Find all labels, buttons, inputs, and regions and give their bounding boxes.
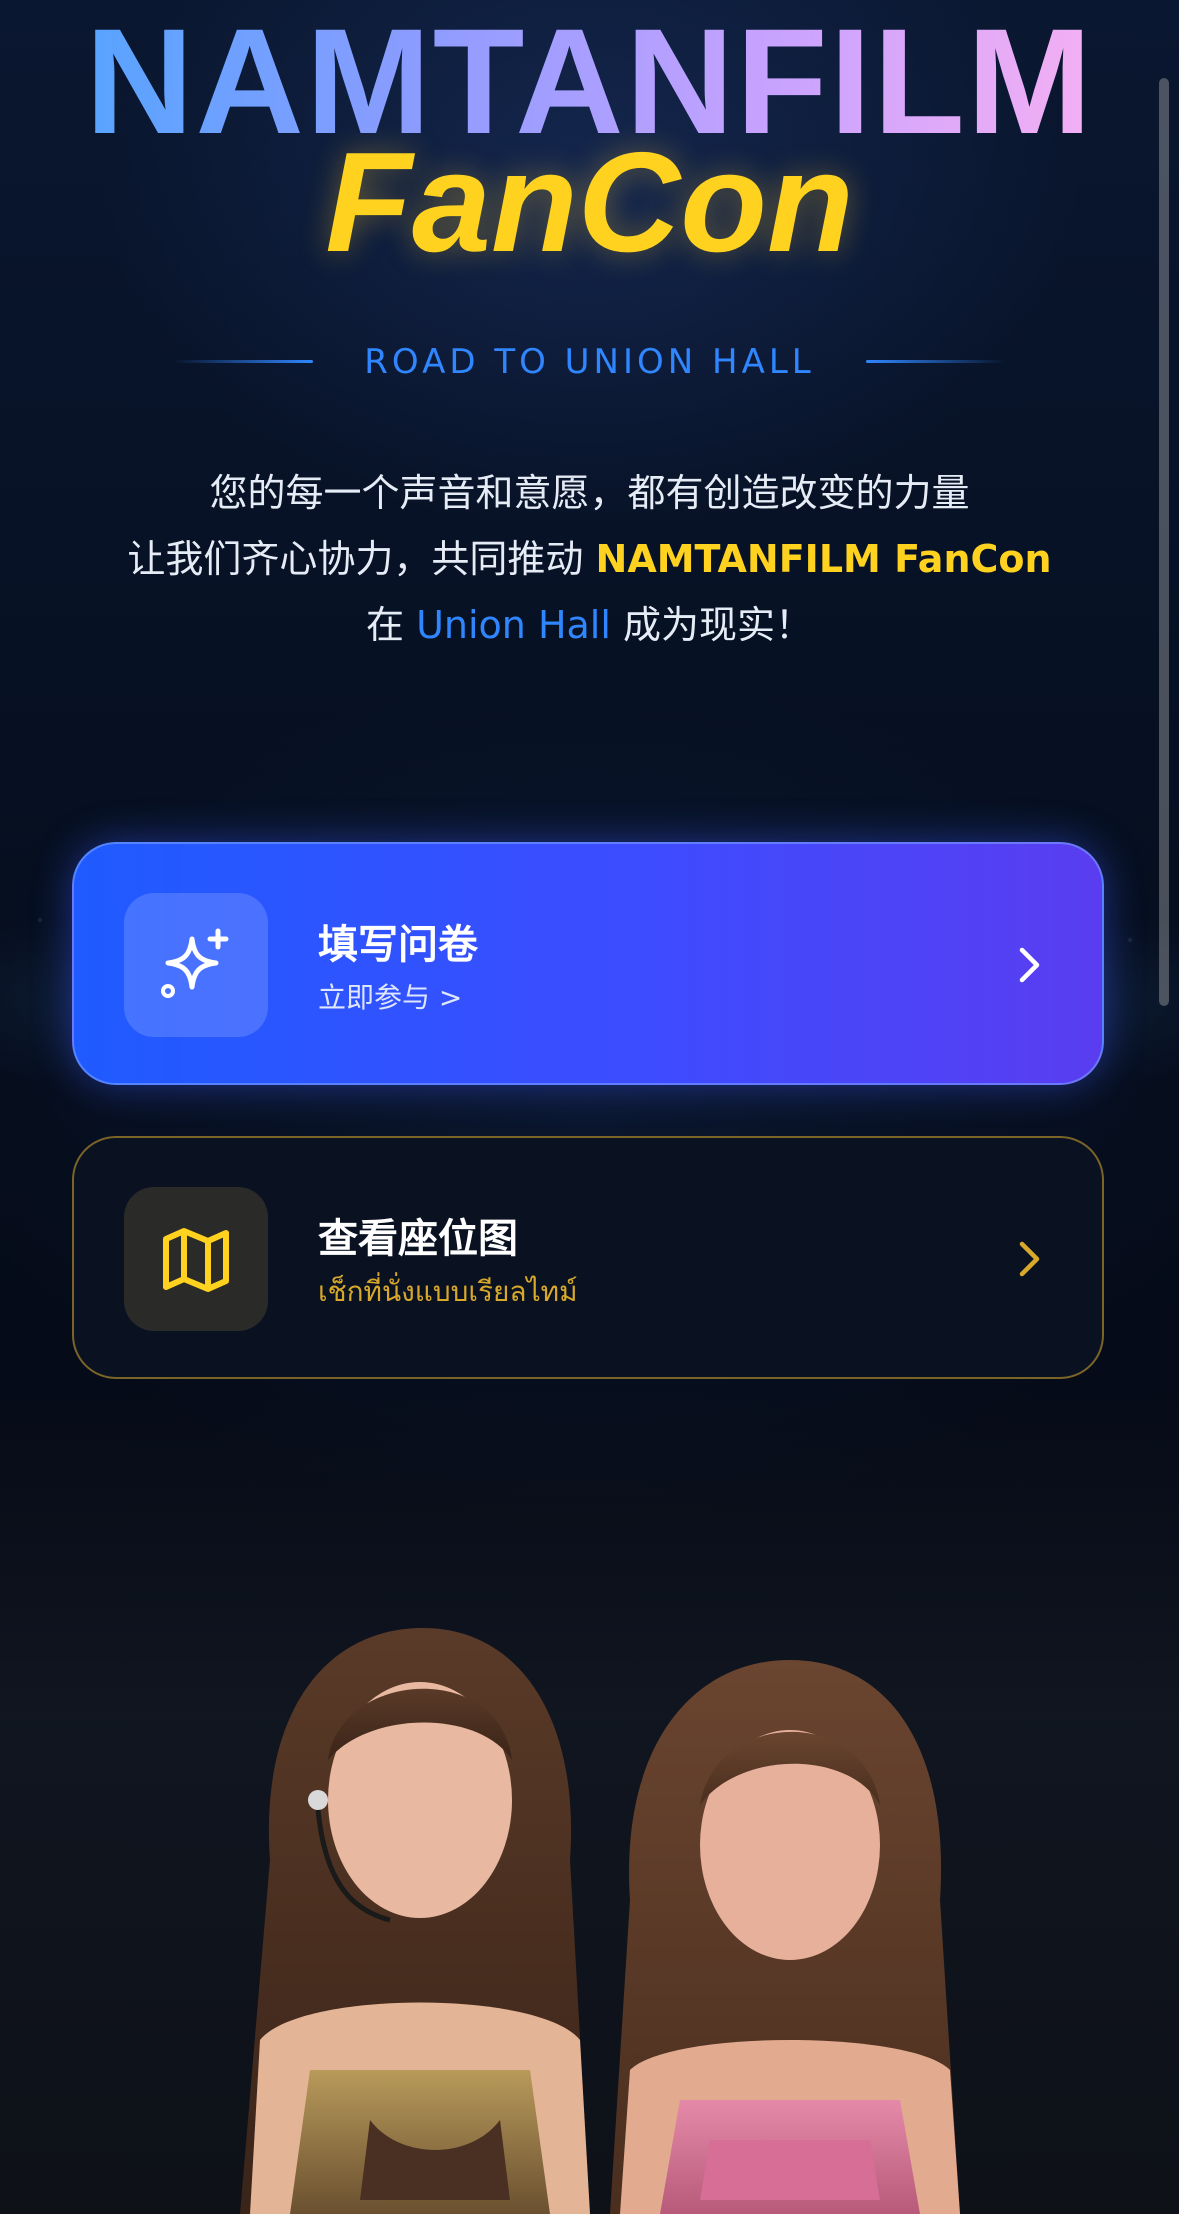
intro-line-1: 您的每一个声音和意愿，都有创造改变的力量	[209, 471, 970, 515]
sparkle-icon	[124, 893, 268, 1037]
chevron-right-icon	[1019, 947, 1040, 983]
intro-line-3-suffix: 成为现实！	[610, 603, 814, 647]
seat-map-card-subtitle: เช็กที่นั่งแบบเรียลไทม์	[318, 1275, 578, 1308]
intro-text: 您的每一个声音和意愿，都有创造改变的力量 让我们齐心协力，共同推动 NAMTAN…	[120, 460, 1059, 658]
map-icon	[124, 1187, 268, 1331]
intro-line-3: 在 Union Hall 成为现实！	[120, 592, 1059, 658]
survey-card-subtitle: 立即参与 >	[318, 981, 463, 1014]
intro-event-name: NAMTANFILM FanCon	[595, 537, 1052, 581]
survey-card-title: 填写问卷	[318, 922, 478, 968]
survey-card-button[interactable]: 填写问卷 立即参与 >	[72, 842, 1104, 1085]
tagline: ROAD TO UNION HALL	[364, 342, 815, 382]
divider-right	[866, 360, 1006, 363]
intro-venue-name: Union Hall	[416, 603, 611, 647]
intro-line-2-prefix: 让我们齐心协力，共同推动	[127, 537, 596, 581]
intro-line-3-prefix: 在	[365, 603, 417, 647]
divider-left	[173, 360, 313, 363]
artist-photo	[240, 1627, 960, 2214]
page-subtitle: FanCon	[325, 123, 854, 282]
chevron-right-icon	[1019, 1241, 1040, 1277]
intro-line-2: 让我们齐心协力，共同推动 NAMTANFILM FanCon	[120, 526, 1059, 592]
seat-map-card-title: 查看座位图	[318, 1216, 518, 1262]
seat-map-card-button[interactable]: 查看座位图 เช็กที่นั่งแบบเรียลไทม์	[72, 1136, 1104, 1379]
